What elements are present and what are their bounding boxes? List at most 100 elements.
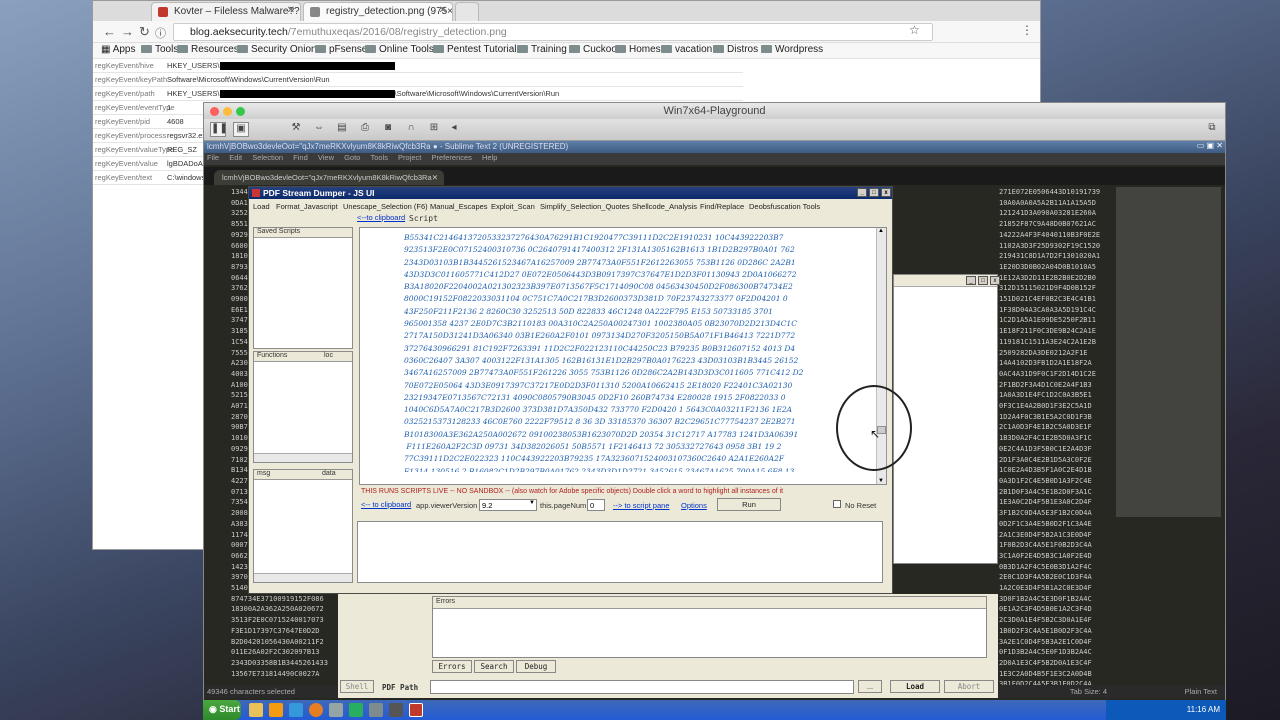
bookmark-online-tools[interactable]: Online Tools (365, 44, 434, 55)
bookmark-pfsense[interactable]: pFsense (315, 44, 367, 55)
maximize-icon[interactable]: □ (869, 188, 879, 197)
horizontal-scrollbar[interactable] (254, 453, 352, 462)
printer-icon[interactable]: ⎙ (357, 122, 373, 137)
snapshot-icon[interactable]: ▣ (233, 122, 249, 137)
bookmark-distros[interactable]: Distros (713, 44, 758, 55)
close-icon[interactable]: x (881, 188, 891, 197)
bookmark-security-onion[interactable]: Security Onion (237, 44, 317, 55)
viewer-version-select[interactable]: 9.2 ▼ (479, 499, 537, 511)
clock[interactable]: 11:16 AM (1187, 705, 1220, 714)
chevron-down-icon[interactable]: ▼ (529, 500, 535, 506)
bookmark-apps[interactable]: ▦ Apps (101, 44, 135, 55)
new-tab-button[interactable] (455, 2, 479, 21)
close-icon[interactable]: x (990, 276, 1000, 285)
explorer-icon[interactable] (249, 703, 263, 717)
bookmark-training[interactable]: Training (517, 44, 567, 55)
tab-errors[interactable]: Errors (432, 660, 472, 673)
bookmark-pentest-tutorials[interactable]: Pentest Tutorials (433, 44, 521, 55)
pdf-stream-dumper-icon[interactable] (409, 703, 423, 717)
menu-format-javascript[interactable]: Format_Javascript (276, 202, 338, 211)
media-icon[interactable] (269, 703, 283, 717)
output-box[interactable] (357, 521, 883, 583)
menu-view[interactable]: View (318, 153, 334, 162)
load-button[interactable]: Load (890, 680, 940, 693)
bookmark-cuckoo[interactable]: Cuckoo (569, 44, 617, 55)
bookmark-homes[interactable]: Homes (615, 44, 661, 55)
to-clipboard-link[interactable]: <--to clipboard (357, 213, 405, 222)
close-icon[interactable] (210, 107, 219, 116)
back-icon[interactable]: ← (103, 24, 116, 39)
menu-project[interactable]: Project (398, 153, 421, 162)
menu-icon[interactable]: ⋮ (1021, 23, 1033, 37)
no-reset-checkbox[interactable] (833, 500, 841, 508)
menu-file[interactable]: File (207, 153, 219, 162)
url-field[interactable]: blog.aeksecurity.tech/7emuthuxeqas/2016/… (173, 23, 933, 41)
audio-icon[interactable]: ∩ (403, 122, 419, 137)
messages-panel[interactable]: msg data (253, 469, 353, 583)
pause-icon[interactable]: ❚❚ (210, 122, 228, 137)
tab-search[interactable]: Search (474, 660, 514, 673)
minimize-icon[interactable] (223, 107, 232, 116)
usb-icon[interactable]: ⊞ (426, 122, 442, 137)
script-editor[interactable]: B55341C2146413720533237276430A76291B1C19… (359, 227, 887, 485)
scroll-down-icon[interactable]: ▼ (878, 478, 884, 484)
forward-icon[interactable]: → (121, 24, 134, 39)
menu-shellcode-analysis[interactable]: Shellcode_Analysis (632, 202, 697, 211)
info-icon[interactable]: ⓘ (155, 25, 166, 41)
functions-panel[interactable]: Functions loc (253, 351, 353, 463)
scroll-up-icon[interactable]: ▲ (878, 228, 884, 234)
abort-button[interactable]: Abort (944, 680, 994, 693)
horizontal-scrollbar[interactable] (254, 573, 352, 582)
bookmark-vacation[interactable]: vacation (661, 44, 712, 55)
collapse-icon[interactable]: ◂ (446, 122, 462, 137)
status-tabsize[interactable]: Tab Size: 4 (1070, 687, 1107, 696)
menu-simplify-quotes[interactable]: Simplify_Selection_Quotes (540, 202, 630, 211)
close-icon[interactable]: ✕ (439, 5, 447, 16)
saved-scripts-panel[interactable]: Saved Scripts (253, 227, 353, 349)
bookmark-tools[interactable]: Tools (141, 44, 178, 55)
disk-icon[interactable]: ▤ (334, 122, 350, 137)
run-button[interactable]: Run (717, 498, 781, 511)
bookmark-wordpress[interactable]: Wordpress (761, 44, 823, 55)
sublime-tab[interactable]: lcmhVjBOBwo3devleOot="qJx7meRKXvlyum8K8k… (214, 170, 444, 185)
pdf-path-field[interactable] (430, 680, 854, 694)
camera-icon[interactable]: ◙ (380, 122, 396, 137)
menu-goto[interactable]: Goto (344, 153, 360, 162)
firefox-icon[interactable] (309, 703, 323, 717)
menu-help[interactable]: Help (482, 153, 497, 162)
reload-icon[interactable]: ↻ (139, 24, 150, 40)
cmd-icon[interactable] (369, 703, 383, 717)
options-link[interactable]: Options (681, 501, 707, 510)
page-num-field[interactable]: 0 (587, 499, 605, 511)
fullscreen-icon[interactable]: ⧉ (1204, 122, 1220, 137)
browser-tab-registry[interactable]: registry_detection.png (975×1 ✕ (303, 2, 453, 21)
menu-preferences[interactable]: Preferences (431, 153, 471, 162)
to-script-pane-link[interactable]: --> to script pane (613, 501, 669, 510)
browser-tab-kovter[interactable]: Kovter – Fileless Malware?? P ✕ (151, 2, 301, 21)
minimize-icon[interactable]: _ (857, 188, 867, 197)
menu-find[interactable]: Find (293, 153, 308, 162)
status-syntax[interactable]: Plain Text (1185, 687, 1217, 696)
tool-icon[interactable] (329, 703, 343, 717)
menu-unescape-selection[interactable]: Unescape_Selection (F6) (343, 202, 428, 211)
close-icon[interactable]: ✕ (287, 5, 295, 16)
menu-exploit-scan[interactable]: Exploit_Scan (491, 202, 535, 211)
to-clipboard-link[interactable]: <-- to clipboard (361, 500, 411, 509)
menu-manual-escapes[interactable]: Manual_Escapes (430, 202, 488, 211)
maximize-icon[interactable] (236, 107, 245, 116)
shell-button[interactable]: Shell (340, 680, 374, 693)
ie-icon[interactable] (289, 703, 303, 717)
menu-load[interactable]: Load (253, 202, 270, 211)
start-button[interactable]: ◉ Start (203, 700, 241, 720)
minimap[interactable] (1116, 187, 1221, 517)
close-icon[interactable]: ✕ (432, 173, 438, 182)
menu-selection[interactable]: Selection (252, 153, 283, 162)
notepad-icon[interactable] (349, 703, 363, 717)
maximize-icon[interactable]: □ (978, 276, 988, 285)
browse-button[interactable]: ... (858, 680, 882, 693)
window-controls-icon[interactable]: ▭ ▣ ✕ (1197, 141, 1223, 150)
network-icon[interactable]: ⇔ (311, 122, 327, 137)
bookmark-resources[interactable]: Resources (177, 44, 239, 55)
menu-tools[interactable]: Tools (370, 153, 388, 162)
settings-icon[interactable]: ⚒ (288, 122, 304, 137)
